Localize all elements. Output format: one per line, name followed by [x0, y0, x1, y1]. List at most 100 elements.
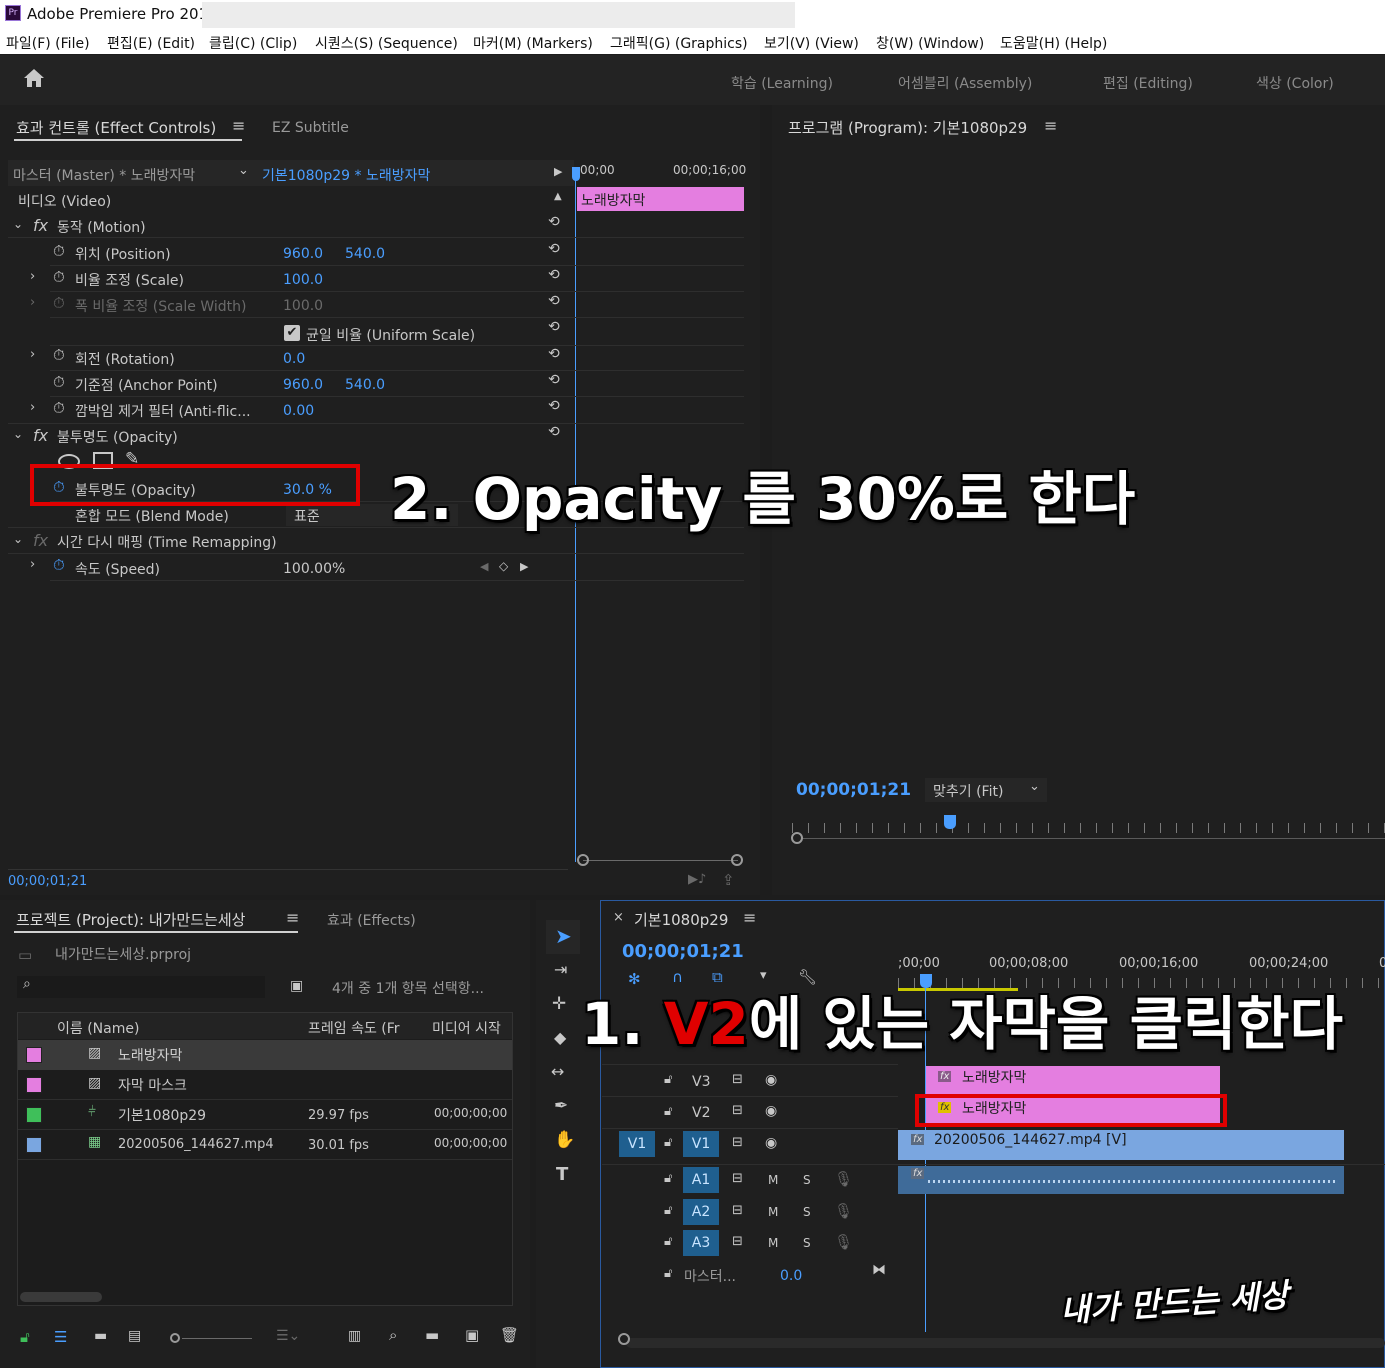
collapse-up-icon[interactable]: ▲ — [554, 191, 562, 202]
lock-track-icon[interactable]: 🔓︎ — [664, 1135, 672, 1150]
solo-button[interactable]: S — [803, 1173, 811, 1187]
type-tool-icon[interactable]: T — [556, 1164, 568, 1185]
clip-v3-subtitle[interactable]: fx 노래방자막 — [926, 1066, 1220, 1094]
ec-timecode[interactable]: 00;00;01;21 — [8, 874, 87, 889]
timeline-scrollbar[interactable] — [626, 1338, 1385, 1348]
expand-arrow-icon[interactable]: › — [30, 400, 35, 415]
master-volume-value[interactable]: 0.0 — [780, 1268, 802, 1284]
sync-lock-icon[interactable]: ⊟ — [732, 1234, 743, 1249]
workspace-learning[interactable]: 학습 (Learning) — [731, 73, 833, 93]
freeform-view-icon[interactable]: ▤ — [128, 1328, 141, 1344]
label-color-swatch[interactable] — [26, 1047, 42, 1063]
scale-value[interactable]: 100.0 — [283, 272, 323, 288]
tab-project[interactable]: 프로젝트 (Project): 내가만드는세상 — [16, 909, 245, 930]
trash-icon[interactable]: 🗑︎ — [500, 1326, 519, 1344]
microphone-icon[interactable]: 🎙︎ — [834, 1170, 853, 1188]
solo-button[interactable]: S — [803, 1205, 811, 1219]
reset-icon[interactable]: ⟲ — [548, 347, 564, 361]
chevron-down-icon[interactable]: ⌄ — [13, 427, 23, 441]
stopwatch-icon[interactable]: ⏱ — [53, 242, 65, 260]
sync-lock-icon[interactable]: ⊟ — [732, 1072, 743, 1087]
solo-button[interactable]: S — [803, 1236, 811, 1250]
lock-icon[interactable]: 🔓︎ — [20, 1328, 30, 1346]
eye-icon[interactable]: ◉ — [765, 1135, 777, 1151]
menu-help[interactable]: 도움말(H) (Help) — [1000, 33, 1107, 53]
microphone-icon[interactable]: 🎙︎ — [834, 1233, 853, 1251]
lock-track-icon[interactable]: 🔓︎ — [664, 1072, 672, 1087]
chevron-down-icon[interactable]: ⌄ — [238, 163, 249, 178]
stopwatch-icon[interactable]: ⏱ — [53, 399, 65, 417]
icon-view-icon[interactable]: ▬ — [94, 1328, 107, 1344]
pen-icon[interactable]: ✒ — [554, 1096, 568, 1116]
export-icon[interactable]: ⇪ — [722, 871, 735, 889]
reset-icon[interactable]: ⟲ — [548, 399, 564, 413]
chevron-down-icon[interactable]: ⌄ — [13, 532, 23, 546]
anchor-y[interactable]: 540.0 — [345, 377, 385, 393]
reset-icon[interactable]: ⟲ — [548, 373, 564, 387]
tab-program[interactable]: 프로그램 (Program): 기본1080p29 — [788, 117, 1027, 138]
reset-icon[interactable]: ⟲ — [548, 215, 564, 229]
label-color-swatch[interactable] — [26, 1107, 42, 1123]
panel-menu-icon[interactable]: ≡ — [743, 908, 756, 927]
home-icon[interactable] — [22, 67, 46, 89]
prev-keyframe-icon[interactable]: ◀ — [480, 560, 488, 573]
go-to-in-out-icon[interactable]: ⧓ — [872, 1262, 886, 1278]
chevron-down-icon[interactable]: ⌄ — [13, 217, 23, 231]
eye-icon[interactable]: ◉ — [765, 1103, 777, 1119]
menu-window[interactable]: 창(W) (Window) — [876, 33, 984, 53]
stopwatch-icon[interactable]: ⏱ — [53, 268, 65, 286]
source-patch-v1[interactable]: V1 — [619, 1131, 655, 1157]
list-item[interactable]: ⫩ 기본1080p29 29.97 fps 00;00;00;00 — [18, 1100, 512, 1130]
reset-icon[interactable]: ⟲ — [548, 294, 564, 308]
motion-label[interactable]: 동작 (Motion) — [57, 217, 146, 237]
track-a2-target[interactable]: A2 — [683, 1199, 719, 1225]
position-x[interactable]: 960.0 — [283, 246, 323, 262]
mute-button[interactable]: M — [768, 1205, 778, 1219]
sync-lock-icon[interactable]: ⊟ — [732, 1103, 743, 1118]
list-view-icon[interactable]: ☰ — [54, 1328, 67, 1346]
lock-track-icon[interactable]: 🔓︎ — [664, 1234, 672, 1249]
list-item[interactable]: ▨ 자막 마스크 — [18, 1070, 512, 1100]
panel-menu-icon[interactable]: ≡ — [1044, 116, 1057, 135]
track-select-icon[interactable]: ⇥ — [554, 960, 567, 979]
razor-icon[interactable]: ◆ — [554, 1028, 566, 1047]
lock-track-icon[interactable]: 🔓︎ — [664, 1104, 672, 1119]
tab-sequence[interactable]: 기본1080p29 — [634, 909, 728, 930]
list-item[interactable]: ▦ 20200506_144627.mp4 30.01 fps 00;00;00… — [18, 1130, 512, 1160]
panel-menu-icon[interactable]: ≡ — [286, 908, 299, 927]
fit-dropdown[interactable]: 맞추기 (Fit) ⌄ — [925, 778, 1047, 802]
menu-graphics[interactable]: 그래픽(G) (Graphics) — [610, 33, 748, 53]
sequence-clip-label[interactable]: 기본1080p29 * 노래방자막 — [262, 165, 430, 185]
anchor-x[interactable]: 960.0 — [283, 377, 323, 393]
tab-effects[interactable]: 효과 (Effects) — [327, 910, 416, 930]
sync-lock-icon[interactable]: ⊟ — [732, 1203, 743, 1218]
lock-track-icon[interactable]: 🔓︎ — [664, 1266, 672, 1281]
sync-lock-icon[interactable]: ⊟ — [732, 1171, 743, 1186]
expand-arrow-icon[interactable]: › — [30, 269, 35, 284]
zoom-handle-left[interactable] — [577, 854, 589, 866]
track-a1-target[interactable]: A1 — [683, 1167, 719, 1193]
reset-icon[interactable]: ⟲ — [548, 425, 564, 439]
playhead-handle[interactable] — [572, 167, 580, 181]
tab-effect-controls[interactable]: 효과 컨트롤 (Effect Controls) — [16, 117, 216, 138]
clip-a1-audio[interactable]: fx — [898, 1166, 1344, 1194]
slip-icon[interactable]: ↔ — [551, 1062, 564, 1081]
rotation-value[interactable]: 0.0 — [283, 351, 305, 367]
program-zoom-handle[interactable] — [791, 832, 803, 844]
find-icon[interactable]: ⌕ — [389, 1326, 397, 1344]
program-playhead[interactable] — [944, 815, 956, 829]
menu-view[interactable]: 보기(V) (View) — [764, 33, 859, 53]
col-name[interactable]: 이름 (Name) — [57, 1018, 139, 1038]
play-triangle-icon[interactable]: ▶ — [554, 165, 562, 178]
new-item-icon[interactable]: ▣ — [465, 1326, 479, 1344]
close-tab-icon[interactable]: × — [613, 910, 624, 925]
timeline-timecode[interactable]: 00;00;01;21 — [622, 941, 744, 962]
hand-icon[interactable]: ✋ — [554, 1130, 575, 1150]
speed-value[interactable]: 100.00% — [283, 561, 345, 577]
eye-icon[interactable]: ◉ — [765, 1072, 777, 1088]
col-frame-rate[interactable]: 프레임 속도 (Fr — [308, 1018, 400, 1038]
stopwatch-icon[interactable]: ⏱ — [53, 346, 65, 364]
filter-icon[interactable]: ▶♪ — [688, 872, 706, 887]
ripple-edit-icon[interactable]: ✛ — [552, 994, 566, 1014]
list-item[interactable]: ▨ 노래방자막 — [18, 1040, 512, 1070]
